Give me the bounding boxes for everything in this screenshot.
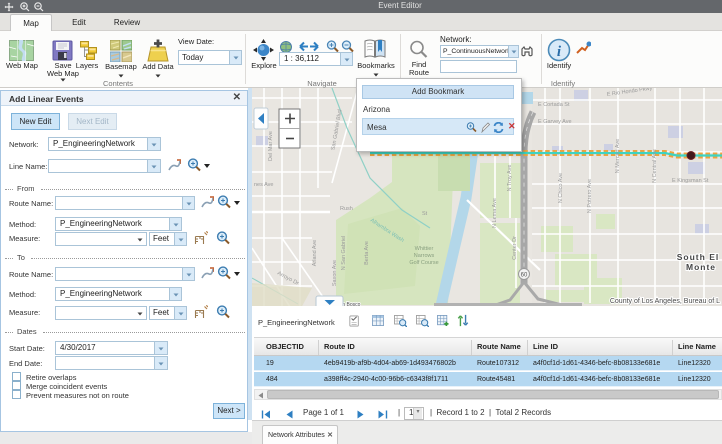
svg-text:nes Ave: nes Ave <box>254 182 273 188</box>
svg-text:N Merced Ave: N Merced Ave <box>615 139 621 173</box>
svg-text:St: St <box>422 211 428 217</box>
svg-text:Monte: Monte <box>686 262 716 272</box>
svg-text:60: 60 <box>521 273 528 279</box>
svg-text:Whittier: Whittier <box>415 246 434 252</box>
svg-text:Golf Course: Golf Course <box>409 260 438 266</box>
svg-text:E Cortada St: E Cortada St <box>538 102 570 108</box>
svg-text:Berta Ave: Berta Ave <box>364 241 370 265</box>
svg-text:N Lema Ave: N Lema Ave <box>492 198 498 228</box>
svg-text:Center Dr: Center Dr <box>512 236 518 260</box>
svg-text:N Potrero Ave: N Potrero Ave <box>587 179 593 213</box>
svg-text:N Chico Ave: N Chico Ave <box>558 173 564 203</box>
svg-text:E Kingsman St: E Kingsman St <box>672 178 709 184</box>
svg-text:County of Los Angeles, Bureau: County of Los Angeles, Bureau of L <box>610 298 720 305</box>
svg-text:South El: South El <box>677 252 719 262</box>
svg-text:Saxon Ave: Saxon Ave <box>332 260 338 286</box>
svg-text:Rush: Rush <box>340 206 353 212</box>
svg-text:N Central Ave: N Central Ave <box>652 149 658 183</box>
svg-text:Arland Ave: Arland Ave <box>312 240 318 267</box>
svg-text:Narrows: Narrows <box>414 253 435 259</box>
svg-text:N San Gabriel: N San Gabriel <box>341 236 347 271</box>
svg-text:E Garvey Ave: E Garvey Ave <box>538 119 572 125</box>
svg-text:Del Mar Ave: Del Mar Ave <box>268 131 274 161</box>
svg-text:N Troy Ave: N Troy Ave <box>507 165 513 192</box>
